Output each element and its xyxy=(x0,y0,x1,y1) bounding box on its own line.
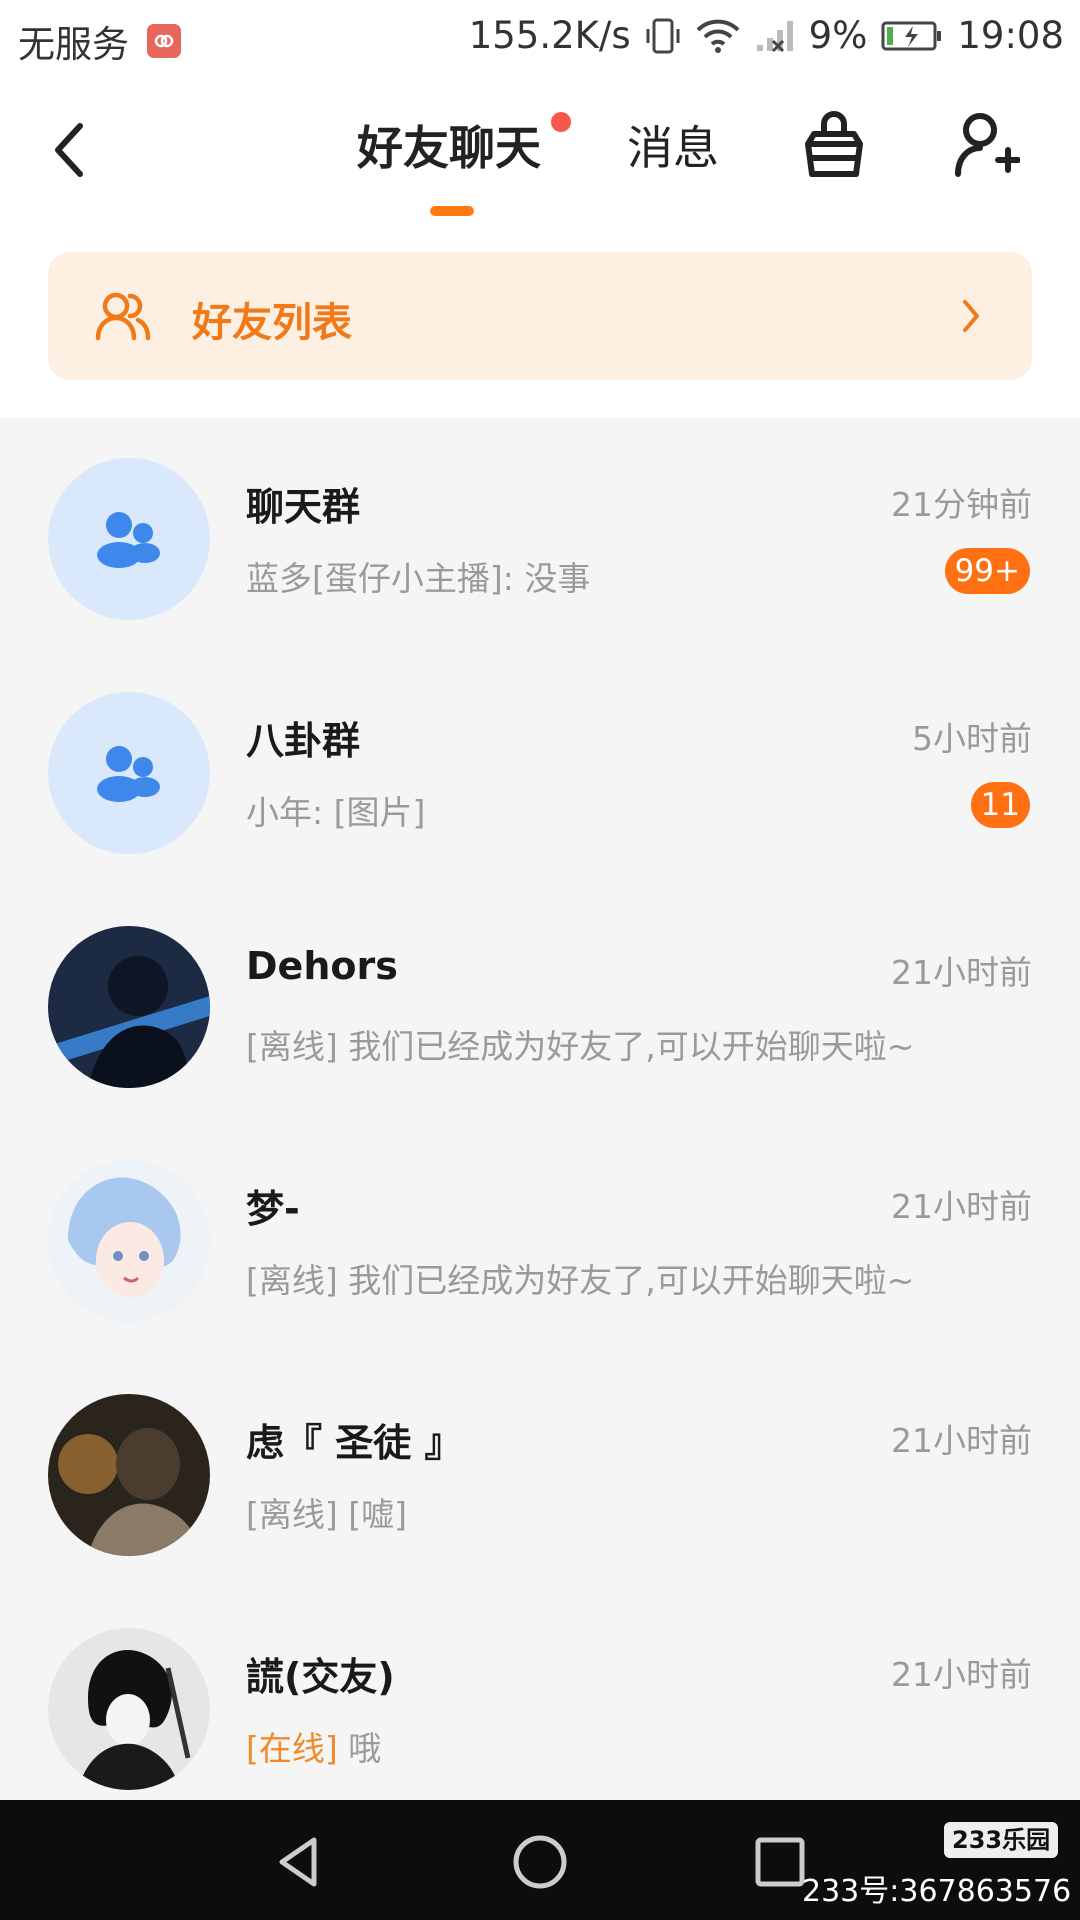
online-status: [在线] xyxy=(246,1729,338,1768)
chat-time: 21小时前 xyxy=(891,953,1032,992)
tab-messages[interactable]: 消息 xyxy=(627,112,719,178)
user-avatar xyxy=(48,1394,210,1556)
watermark-logo: 233乐园 xyxy=(944,1822,1059,1858)
chat-preview: 小年: [图片] xyxy=(246,793,426,832)
chat-preview: [离线] 我们已经成为好友了,可以开始聊天啦~ xyxy=(246,1261,915,1300)
chat-row[interactable]: 聊天群 21分钟前 蓝多[蛋仔小主播]: 没事 99+ xyxy=(0,418,1080,652)
chat-name: 聊天群 xyxy=(246,485,361,529)
carrier-text: 无服务 xyxy=(18,23,129,66)
status-bar: 无服务 155.2K/s 9% 19:08 xyxy=(0,0,1080,72)
nav-recent-button[interactable] xyxy=(750,1832,810,1892)
chat-row[interactable]: Dehors 21小时前 [离线] 我们已经成为好友了,可以开始聊天啦~ xyxy=(0,886,1080,1120)
broom-icon xyxy=(805,111,863,177)
chat-preview: [离线] [嘘] xyxy=(246,1495,407,1534)
group-avatar xyxy=(48,458,210,620)
tab-friend-chat[interactable]: 好友聊天 xyxy=(357,112,541,178)
chat-preview: 蓝多[蛋仔小主播]: 没事 xyxy=(246,559,591,598)
system-nav-bar: 233乐园 233号:367863576 xyxy=(0,1800,1080,1920)
chat-row[interactable]: 虑『 圣徒 』 21小时前 [离线] [嘘] xyxy=(0,1354,1080,1588)
top-nav: 好友聊天 消息 xyxy=(0,72,1080,250)
chat-time: 21小时前 xyxy=(891,1655,1032,1694)
clock: 19:08 xyxy=(957,14,1064,57)
nav-back-button[interactable] xyxy=(270,1832,330,1892)
friends-icon xyxy=(95,292,151,341)
chat-name: 梦- xyxy=(246,1187,300,1231)
chat-preview: [离线] 我们已经成为好友了,可以开始聊天啦~ xyxy=(246,1027,915,1066)
chat-name: Dehors xyxy=(246,944,398,988)
user-avatar xyxy=(48,926,210,1088)
group-icon xyxy=(97,746,160,802)
chat-name: 虑『 圣徒 』 xyxy=(246,1421,463,1465)
circle-home-icon xyxy=(513,1835,567,1889)
chat-row[interactable]: 八卦群 5小时前 小年: [图片] 11 xyxy=(0,652,1080,886)
user-avatar xyxy=(48,1160,210,1322)
unread-badge: 99+ xyxy=(944,548,1030,594)
clean-button[interactable] xyxy=(800,110,868,182)
battery-percent: 9% xyxy=(808,14,868,57)
user-avatar xyxy=(48,1628,210,1790)
active-tab-indicator xyxy=(430,206,474,216)
chat-row[interactable]: 謊(交友) 21小时前 [在线] 哦 xyxy=(0,1588,1080,1822)
banner-section: 好友列表 xyxy=(0,250,1080,418)
vibrate-icon xyxy=(645,17,681,55)
chat-preview-text: 哦 xyxy=(337,1729,382,1768)
chat-time: 21分钟前 xyxy=(891,485,1032,524)
watermark-id: 233号:367863576 xyxy=(802,1874,1072,1909)
chat-list: 聊天群 21分钟前 蓝多[蛋仔小主播]: 没事 99+ 八卦群 5小时前 小年:… xyxy=(0,418,1080,1822)
nav-home-button[interactable] xyxy=(510,1832,570,1892)
triangle-back-icon xyxy=(279,1837,317,1887)
chevron-right-icon xyxy=(963,300,979,332)
notification-app-icon xyxy=(147,24,181,58)
add-friend-button[interactable] xyxy=(950,108,1021,180)
unread-badge: 11 xyxy=(970,782,1030,828)
square-recent-icon xyxy=(755,1837,805,1887)
chat-row[interactable]: 梦- 21小时前 [离线] 我们已经成为好友了,可以开始聊天啦~ xyxy=(0,1120,1080,1354)
chat-name: 八卦群 xyxy=(246,719,361,763)
network-speed: 155.2K/s xyxy=(468,14,631,57)
back-button[interactable] xyxy=(42,114,98,186)
friend-list-label: 好友列表 xyxy=(192,300,352,346)
chat-time: 5小时前 xyxy=(912,719,1032,758)
group-icon xyxy=(97,512,160,568)
group-avatar xyxy=(48,692,210,854)
signal-icon xyxy=(755,19,795,53)
unread-dot xyxy=(551,112,571,132)
chat-time: 21小时前 xyxy=(891,1421,1032,1460)
chevron-left-icon xyxy=(55,123,83,177)
chat-name: 謊(交友) xyxy=(246,1655,395,1699)
battery-charging-icon xyxy=(881,20,943,52)
add-user-icon xyxy=(955,113,1021,177)
wifi-icon xyxy=(695,18,741,54)
chat-preview: [在线] 哦 xyxy=(246,1722,381,1770)
friend-list-banner[interactable]: 好友列表 xyxy=(48,252,1032,380)
chat-time: 21小时前 xyxy=(891,1187,1032,1226)
